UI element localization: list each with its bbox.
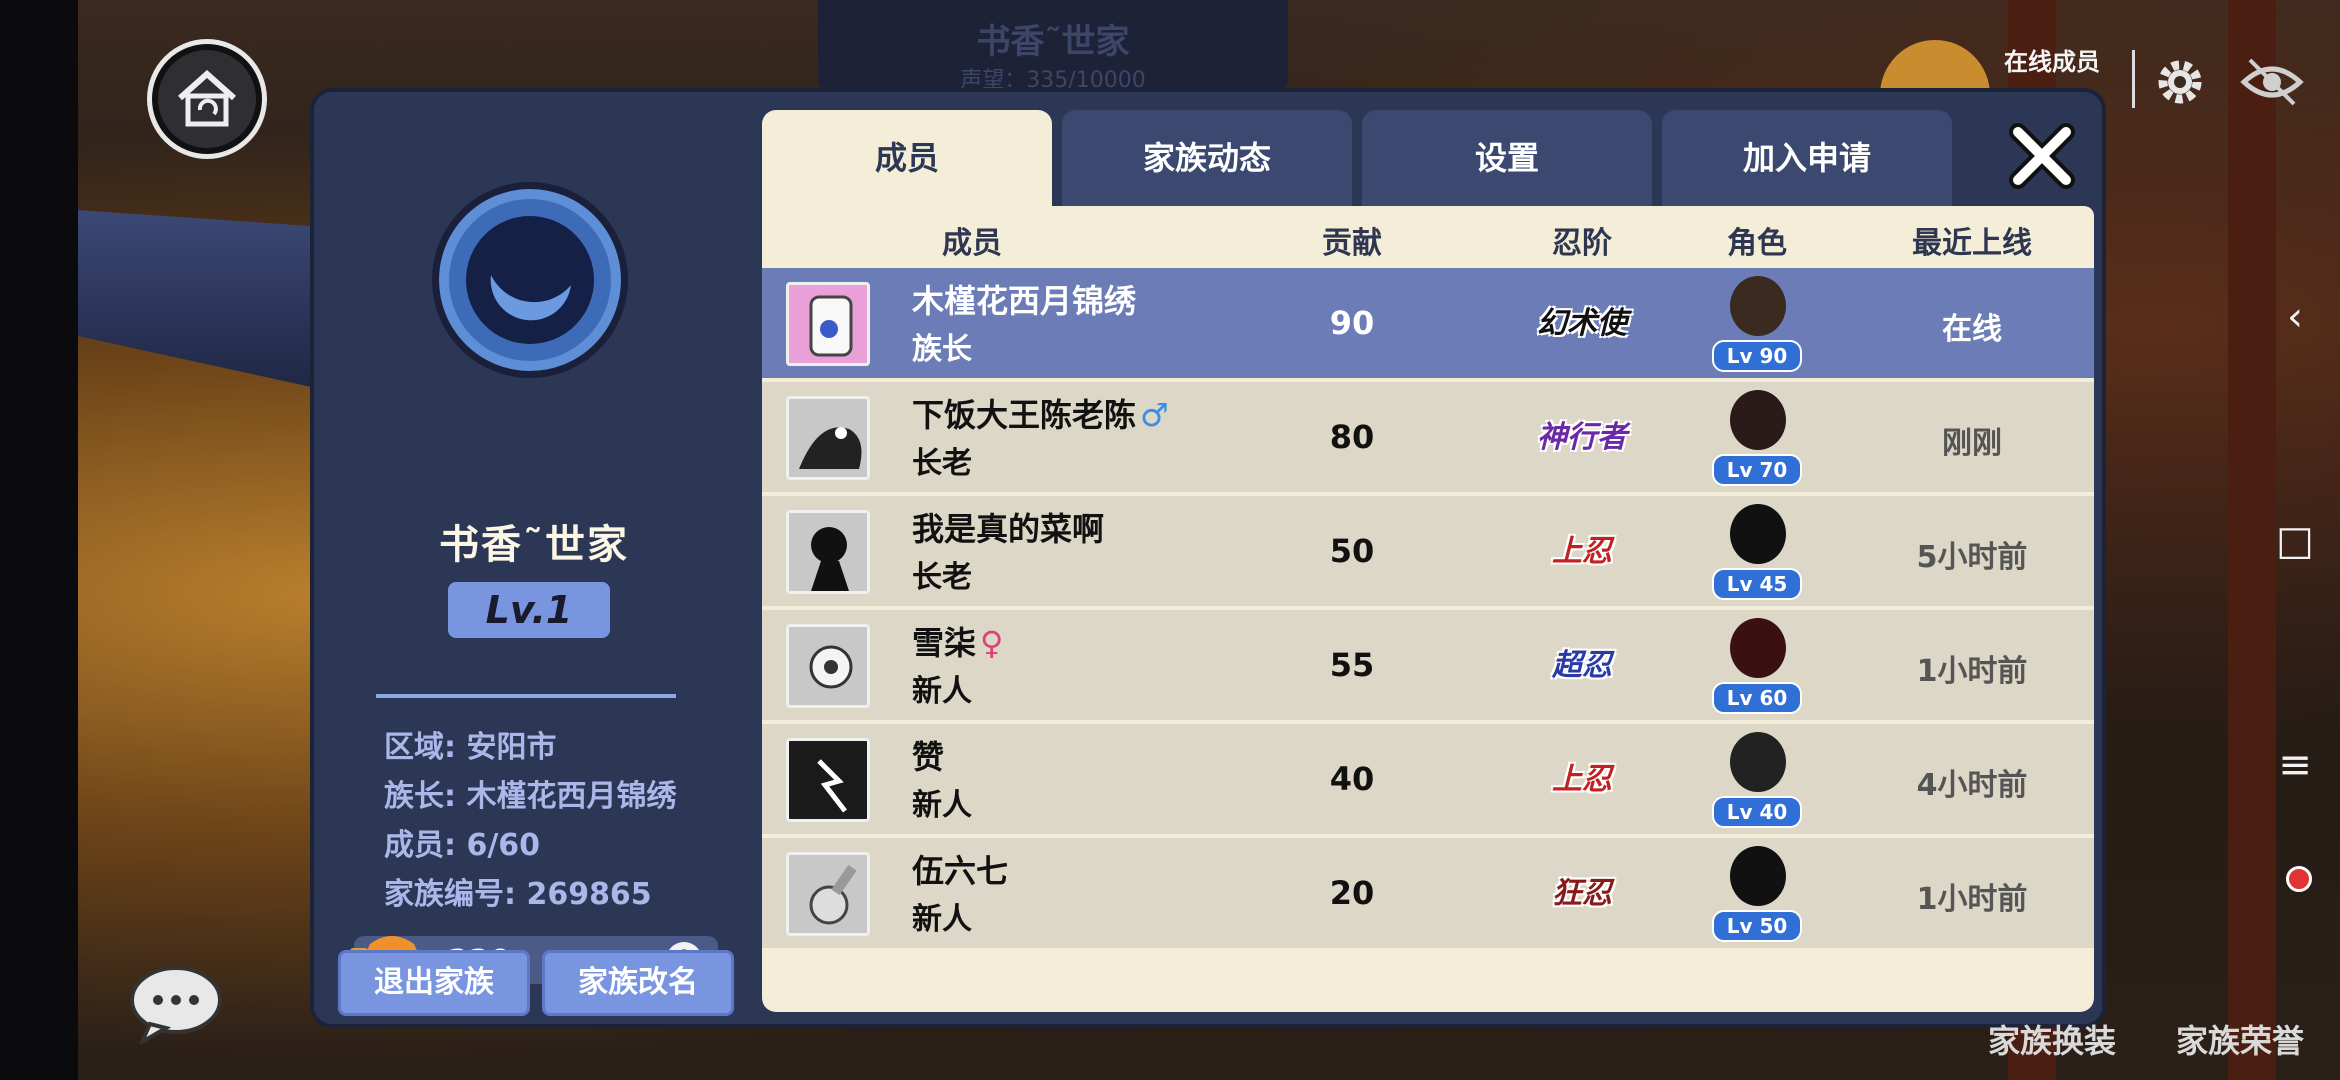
character-level: Lv 50: [1712, 910, 1802, 942]
header-last-online: 最近上线: [1912, 226, 2032, 261]
member-last-online: 1小时前: [1916, 882, 2028, 917]
rank-badge: 狂忍: [1552, 876, 1612, 911]
settings-gear-button[interactable]: [2150, 52, 2210, 112]
member-role: 新人: [912, 902, 972, 937]
family-outfit-button[interactable]: 家族换装: [1988, 1016, 2116, 1062]
character-level: Lv 90: [1712, 340, 1802, 372]
member-avatar: [786, 510, 870, 594]
member-name: 下饭大王陈老陈 ♂: [912, 390, 1169, 436]
hanging-cloth: [78, 210, 338, 390]
member-last-online: 5小时前: [1916, 540, 2028, 575]
character-head-icon: [1730, 618, 1786, 678]
member-avatar: [786, 282, 870, 366]
menu-icon[interactable]: ≡: [2250, 730, 2340, 800]
rank-badge: 神行者: [1537, 420, 1627, 455]
system-navigation-bar: ‹ □ ≡: [2250, 0, 2340, 1080]
close-icon: [2009, 123, 2075, 189]
back-icon[interactable]: ‹: [2250, 282, 2340, 352]
tab-family-news[interactable]: 家族动态: [1062, 110, 1352, 206]
chat-button[interactable]: [128, 964, 224, 1047]
member-avatar: [786, 396, 870, 480]
rank-badge: 超忍: [1552, 648, 1612, 683]
member-avatar: [786, 738, 870, 822]
member-avatar: [786, 624, 870, 708]
character-portrait: Lv 70: [1712, 388, 1802, 488]
character-head-icon: [1730, 390, 1786, 450]
member-last-online: 1小时前: [1916, 654, 2028, 689]
hud-divider: [2132, 50, 2135, 108]
rank-badge: 上忍: [1552, 534, 1612, 569]
member-name: 木槿花西月锦绣: [912, 282, 1137, 320]
banner-title: 书香˜世家: [976, 22, 1130, 62]
header-contribution: 贡献: [1322, 226, 1382, 261]
female-gender-icon: ♀: [980, 624, 1004, 662]
family-info-column: 书香˜世家 Lv.1 区域: 安阳市 族长: 木槿花西月锦绣 成员: 6/60 …: [314, 92, 754, 1024]
member-role: 长老: [912, 446, 972, 481]
speech-bubble-icon: [130, 966, 222, 1047]
table-row[interactable]: 下饭大王陈老陈 ♂ 长老 80 神行者 Lv 70 刚刚: [762, 382, 2094, 494]
character-portrait: Lv 60: [1712, 616, 1802, 716]
family-banner: 书香˜世家 声望：335/10000: [818, 0, 1288, 93]
character-head-icon: [1730, 504, 1786, 564]
character-portrait: Lv 90: [1712, 274, 1802, 374]
table-row[interactable]: 我是真的菜啊 长老 50 上忍 Lv 45 5小时前: [762, 496, 2094, 608]
members-table: 成员 贡献 忍阶 角色 最近上线 木槿花西月锦绣 族长 90 幻术使 Lv 90…: [762, 206, 2094, 1012]
male-gender-icon: ♂: [1140, 396, 1169, 434]
table-row[interactable]: 雪柒 ♀ 新人 55 超忍 Lv 60 1小时前: [762, 610, 2094, 722]
member-name: 赞: [912, 738, 945, 776]
member-contribution: 20: [1329, 874, 1375, 912]
character-portrait: Lv 45: [1712, 502, 1802, 602]
character-level: Lv 70: [1712, 454, 1802, 486]
member-avatar: [786, 852, 870, 936]
member-contribution: 80: [1329, 418, 1375, 456]
member-last-online: 刚刚: [1942, 426, 2002, 461]
tab-members[interactable]: 成员: [762, 110, 1052, 214]
member-name-text: 下饭大王陈老陈: [912, 396, 1137, 434]
funds-area: 220 i: [314, 162, 754, 1062]
character-head-icon: [1730, 846, 1786, 906]
member-last-online: 4小时前: [1916, 768, 2028, 803]
online-members-label: 在线成员: [2004, 48, 2100, 76]
header-rank: 忍阶: [1552, 226, 1612, 261]
member-role: 新人: [912, 674, 972, 709]
member-name: 伍六七: [912, 852, 1009, 890]
character-level: Lv 45: [1712, 568, 1802, 600]
character-level: Lv 40: [1712, 796, 1802, 828]
table-header: 成员 贡献 忍阶 角色 最近上线: [762, 206, 2094, 266]
house-icon: [178, 69, 236, 127]
tab-settings[interactable]: 设置: [1362, 110, 1652, 206]
family-panel: 书香˜世家 Lv.1 区域: 安阳市 族长: 木槿花西月锦绣 成员: 6/60 …: [310, 88, 2106, 1028]
rename-family-button[interactable]: 家族改名: [542, 950, 734, 1016]
home-icon[interactable]: □: [2250, 506, 2340, 576]
rank-badge: 幻术使: [1537, 306, 1627, 341]
close-button[interactable]: [2004, 118, 2080, 194]
tab-join-requests[interactable]: 加入申请: [1662, 110, 1952, 206]
leave-family-button[interactable]: 退出家族: [338, 950, 530, 1016]
header-character: 角色: [1727, 226, 1787, 261]
member-contribution: 40: [1329, 760, 1375, 798]
member-role: 新人: [912, 788, 972, 823]
gear-icon: [2158, 60, 2202, 104]
member-role: 族长: [912, 332, 972, 367]
member-role: 长老: [912, 560, 972, 595]
table-row[interactable]: 赞 新人 40 上忍 Lv 40 4小时前: [762, 724, 2094, 836]
member-last-online: 在线: [1942, 312, 2002, 347]
member-contribution: 90: [1329, 304, 1375, 342]
member-contribution: 50: [1329, 532, 1375, 570]
rank-badge: 上忍: [1552, 762, 1612, 797]
character-head-icon: [1730, 732, 1786, 792]
character-head-icon: [1730, 276, 1786, 336]
home-house-button[interactable]: [152, 44, 262, 154]
character-level: Lv 60: [1712, 682, 1802, 714]
member-contribution: 55: [1329, 646, 1375, 684]
member-name-text: 雪柒: [912, 624, 977, 662]
table-row[interactable]: 木槿花西月锦绣 族长 90 幻术使 Lv 90 在线: [762, 268, 2094, 380]
member-name: 我是真的菜啊: [912, 510, 1105, 548]
character-portrait: Lv 50: [1712, 844, 1802, 944]
character-portrait: Lv 40: [1712, 730, 1802, 830]
member-name: 雪柒 ♀: [912, 618, 1003, 664]
table-row[interactable]: 伍六七 新人 20 狂忍 Lv 50 1小时前: [762, 838, 2094, 950]
header-member: 成员: [942, 226, 1002, 261]
